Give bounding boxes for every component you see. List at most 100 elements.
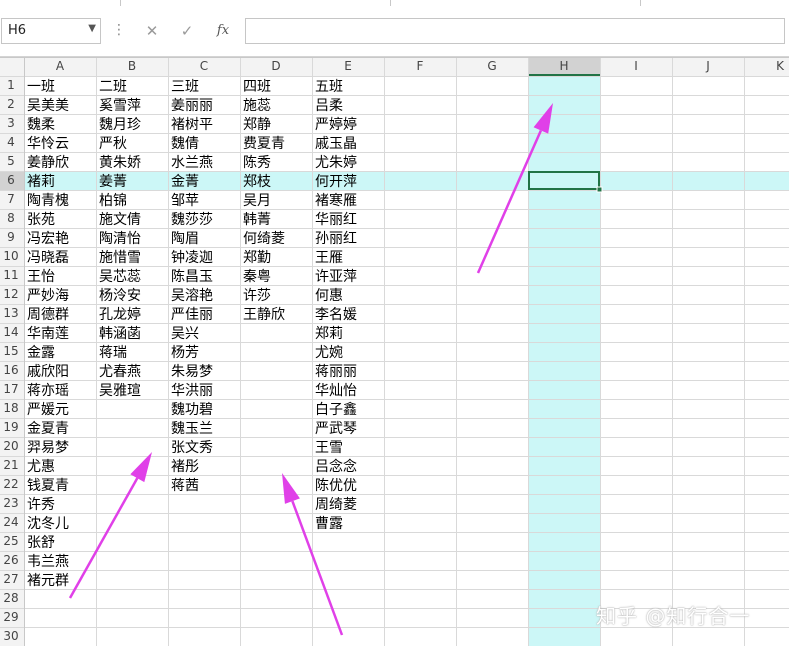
cell[interactable]: 吴兴 xyxy=(171,323,199,343)
cell[interactable]: 金夏青 xyxy=(27,418,69,438)
cell[interactable]: 韦兰燕 xyxy=(27,551,69,571)
cell[interactable]: 奚雪萍 xyxy=(99,95,141,115)
cell[interactable]: 褚彤 xyxy=(171,456,199,476)
cell[interactable]: 王雁 xyxy=(315,247,343,267)
row-header[interactable]: 18 xyxy=(0,401,22,415)
row-header[interactable]: 10 xyxy=(0,249,22,263)
row-header[interactable]: 4 xyxy=(0,135,22,149)
cell[interactable]: 王静欣 xyxy=(243,304,285,324)
cell[interactable]: 戚玉晶 xyxy=(315,133,357,153)
cell[interactable]: 黄朱娇 xyxy=(99,152,141,172)
cell[interactable]: 吕柔 xyxy=(315,95,343,115)
row-header[interactable]: 3 xyxy=(0,116,22,130)
row-header[interactable]: 6 xyxy=(0,173,22,187)
cell[interactable]: 褚莉 xyxy=(27,171,55,191)
row-header[interactable]: 17 xyxy=(0,382,22,396)
row-header[interactable]: 11 xyxy=(0,268,22,282)
cell[interactable]: 邹苹 xyxy=(171,190,199,210)
cell[interactable]: 三班 xyxy=(171,76,199,96)
row-header[interactable]: 20 xyxy=(0,439,22,453)
cell[interactable]: 何绮菱 xyxy=(243,228,285,248)
cell[interactable]: 魏月珍 xyxy=(99,114,141,134)
cell[interactable]: 柏锦 xyxy=(99,190,127,210)
row-header[interactable]: 1 xyxy=(0,78,22,92)
cell[interactable]: 曹露 xyxy=(315,513,343,533)
cell[interactable]: 陶清怡 xyxy=(99,228,141,248)
cell[interactable]: 李名媛 xyxy=(315,304,357,324)
row-header[interactable]: 2 xyxy=(0,97,22,111)
cell[interactable]: 郑勤 xyxy=(243,247,271,267)
row-header[interactable]: 5 xyxy=(0,154,22,168)
row-header[interactable]: 16 xyxy=(0,363,22,377)
row-header[interactable]: 8 xyxy=(0,211,22,225)
row-header[interactable]: 22 xyxy=(0,477,22,491)
cell[interactable]: 华灿怡 xyxy=(315,380,357,400)
cell[interactable]: 华南莲 xyxy=(27,323,69,343)
row-header[interactable]: 14 xyxy=(0,325,22,339)
column-header-i[interactable]: I xyxy=(600,59,672,73)
cell[interactable]: 严媛元 xyxy=(27,399,69,419)
cell[interactable]: 冯宏艳 xyxy=(27,228,69,248)
cell[interactable]: 陶眉 xyxy=(171,228,199,248)
cell[interactable]: 何开萍 xyxy=(315,171,357,191)
cell[interactable]: 褚寒雁 xyxy=(315,190,357,210)
row-header[interactable]: 12 xyxy=(0,287,22,301)
column-header-j[interactable]: J xyxy=(672,59,744,73)
row-header[interactable]: 21 xyxy=(0,458,22,472)
cell[interactable]: 陈优优 xyxy=(315,475,357,495)
row-header[interactable]: 7 xyxy=(0,192,22,206)
cell[interactable]: 何惠 xyxy=(315,285,343,305)
cell[interactable]: 白子鑫 xyxy=(315,399,357,419)
cell[interactable]: 羿易梦 xyxy=(27,437,69,457)
cell[interactable]: 蒋瑞 xyxy=(99,342,127,362)
row-header[interactable]: 23 xyxy=(0,496,22,510)
cell[interactable]: 陶青槐 xyxy=(27,190,69,210)
cell[interactable]: 华怜云 xyxy=(27,133,69,153)
cell[interactable]: 杨芳 xyxy=(171,342,199,362)
cell[interactable]: 陈秀 xyxy=(243,152,271,172)
cell[interactable]: 许亚萍 xyxy=(315,266,357,286)
cell[interactable]: 褚树平 xyxy=(171,114,213,134)
cell[interactable]: 吕念念 xyxy=(315,456,357,476)
cell[interactable]: 冯晓磊 xyxy=(27,247,69,267)
row-header[interactable]: 26 xyxy=(0,553,22,567)
cell[interactable]: 朱易梦 xyxy=(171,361,213,381)
cell[interactable]: 陈昌玉 xyxy=(171,266,213,286)
cell[interactable]: 王雪 xyxy=(315,437,343,457)
cell[interactable]: 魏莎莎 xyxy=(171,209,213,229)
row-header[interactable]: 30 xyxy=(0,629,22,643)
cell[interactable]: 尤春燕 xyxy=(99,361,141,381)
cell[interactable]: 张文秀 xyxy=(171,437,213,457)
column-header-k[interactable]: K xyxy=(744,59,789,73)
cell[interactable]: 姜丽丽 xyxy=(171,95,213,115)
column-header-h[interactable]: H xyxy=(528,59,600,73)
cell[interactable]: 孙丽红 xyxy=(315,228,357,248)
cell[interactable]: 施文倩 xyxy=(99,209,141,229)
cell[interactable]: 严佳丽 xyxy=(171,304,213,324)
column-header-f[interactable]: F xyxy=(384,59,456,73)
cell[interactable]: 王怡 xyxy=(27,266,55,286)
cell[interactable]: 吴溶艳 xyxy=(171,285,213,305)
cell[interactable]: 施惜雪 xyxy=(99,247,141,267)
cell[interactable]: 钟凌迦 xyxy=(171,247,213,267)
cell[interactable]: 费夏青 xyxy=(243,133,285,153)
cell[interactable]: 尤婉 xyxy=(315,342,343,362)
cell[interactable]: 尤惠 xyxy=(27,456,55,476)
column-header-a[interactable]: A xyxy=(24,59,96,73)
cell[interactable]: 吴美美 xyxy=(27,95,69,115)
cell[interactable]: 韩菁 xyxy=(243,209,271,229)
row-header[interactable]: 25 xyxy=(0,534,22,548)
cell[interactable]: 周德群 xyxy=(27,304,69,324)
cell[interactable]: 许秀 xyxy=(27,494,55,514)
row-header[interactable]: 9 xyxy=(0,230,22,244)
cell[interactable]: 吴芯蕊 xyxy=(99,266,141,286)
row-header[interactable]: 13 xyxy=(0,306,22,320)
cell[interactable]: 杨泠安 xyxy=(99,285,141,305)
cell[interactable]: 吴雅瑄 xyxy=(99,380,141,400)
row-header[interactable]: 29 xyxy=(0,610,22,624)
cell[interactable]: 金露 xyxy=(27,342,55,362)
cell[interactable]: 蒋茜 xyxy=(171,475,199,495)
cell[interactable]: 姜静欣 xyxy=(27,152,69,172)
cell[interactable]: 金菁 xyxy=(171,171,199,191)
cell[interactable]: 严秋 xyxy=(99,133,127,153)
